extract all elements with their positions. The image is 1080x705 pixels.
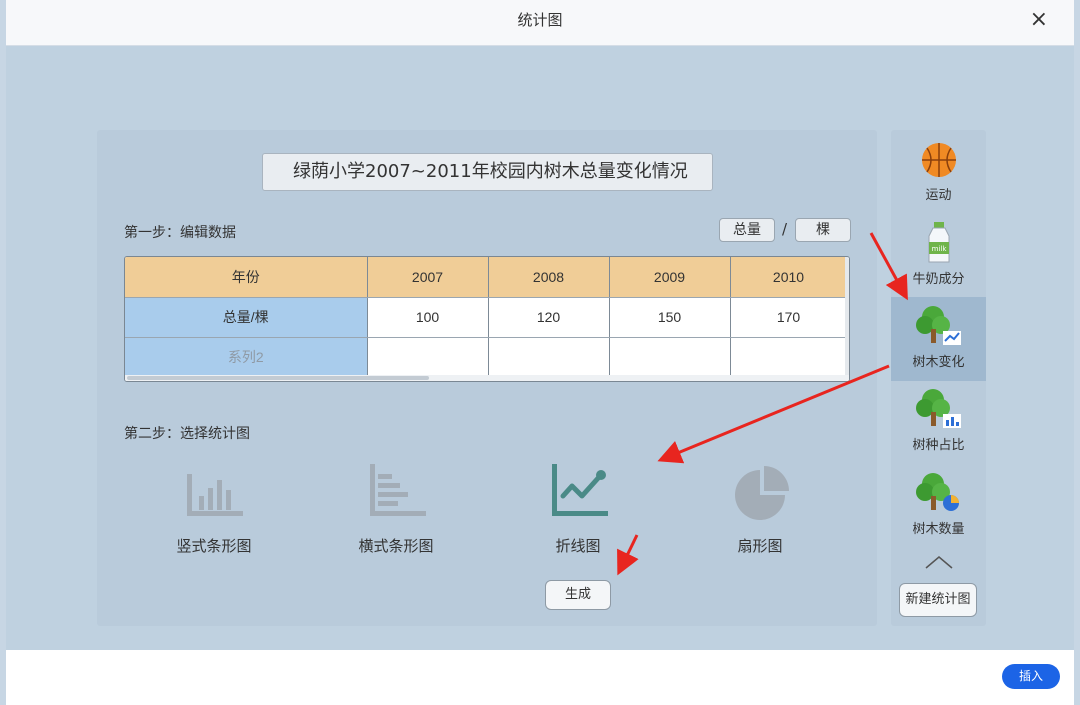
tree-line-chart-icon (915, 306, 961, 345)
table-cell[interactable] (488, 337, 610, 378)
dialog-title: 统计图 (517, 11, 563, 29)
sidebar-item-label: 牛奶成分 (912, 272, 965, 287)
generate-button[interactable]: 生成 (545, 580, 611, 610)
table-row-header[interactable]: 总量/棵 (125, 297, 368, 338)
unit-separator: / (782, 220, 788, 238)
dialog-footer: 插入 (6, 650, 1074, 705)
table-cell[interactable] (367, 337, 489, 378)
chart-editor-panel: 绿荫小学2007~2011年校园内树木总量变化情况 第一步：编辑数据 总量 / … (97, 130, 877, 626)
chart-option-horizontal-bar[interactable]: 横式条形图 (336, 460, 456, 556)
tree-bar-chart-icon (915, 389, 961, 428)
chart-option-pie[interactable]: 扇形图 (700, 460, 820, 556)
table-vertical-scrollbar[interactable] (845, 257, 849, 375)
insert-button[interactable]: 插入 (1002, 664, 1060, 689)
sidebar-item-tree-change[interactable]: 树木变化 (891, 297, 986, 381)
chart-title-input[interactable]: 绿荫小学2007~2011年校园内树木总量变化情况 (262, 153, 713, 191)
chart-option-label: 折线图 (555, 537, 601, 555)
table-row: 系列2 (125, 337, 848, 378)
table-cell[interactable]: 150 (609, 297, 731, 338)
chart-option-line[interactable]: 折线图 (518, 460, 638, 556)
svg-text:milk: milk (931, 245, 947, 253)
pie-chart-icon (735, 466, 789, 520)
vertical-bar-chart-icon (187, 474, 243, 516)
table-header-cell[interactable]: 2009 (609, 257, 731, 298)
unit-quantity-field[interactable]: 总量 (719, 218, 775, 242)
chevron-up-icon[interactable] (925, 555, 953, 569)
tree-pie-chart-icon (915, 473, 959, 511)
sidebar-item-sports[interactable]: 运动 (891, 136, 986, 220)
sidebar-item-milk[interactable]: milk 牛奶成分 (891, 219, 986, 303)
scrollbar-thumb[interactable] (127, 376, 429, 380)
new-chart-button[interactable]: 新建统计图 (899, 583, 977, 617)
table-header-row: 年份 2007 2008 2009 2010 (125, 257, 848, 298)
sidebar-item-tree-species[interactable]: 树种占比 (891, 386, 986, 470)
horizontal-bar-chart-icon (370, 464, 426, 516)
sidebar-item-label: 树种占比 (912, 438, 965, 453)
table-cell[interactable]: 100 (367, 297, 489, 338)
table-horizontal-scrollbar[interactable] (125, 375, 849, 381)
line-chart-icon (552, 464, 608, 516)
unit-name-field[interactable]: 棵 (795, 218, 851, 242)
step2-label: 第二步：选择统计图 (124, 426, 250, 442)
basketball-icon (921, 143, 956, 177)
sidebar-item-label: 运动 (925, 188, 952, 203)
sidebar-item-tree-count[interactable]: 树木数量 (891, 470, 986, 554)
table-cell[interactable]: 120 (488, 297, 610, 338)
chart-option-label: 横式条形图 (358, 537, 434, 555)
table-header-cell[interactable]: 2007 (367, 257, 489, 298)
table-row-header[interactable]: 系列2 (125, 337, 368, 378)
chart-option-vertical-bar[interactable]: 竖式条形图 (154, 460, 274, 556)
table-cell[interactable] (609, 337, 731, 378)
sidebar-item-label: 树木变化 (912, 355, 965, 370)
template-sidebar: 运动 milk 牛奶成分 树木变化 树种占比 树木数量 新建统计图 (891, 130, 986, 626)
data-table: 年份 2007 2008 2009 2010 总量/棵 100 120 150 … (124, 256, 850, 382)
chart-option-label: 扇形图 (737, 537, 783, 555)
close-icon[interactable]: × (1030, 9, 1048, 31)
table-row: 总量/棵 100 120 150 170 (125, 297, 848, 338)
table-header-cell[interactable]: 年份 (125, 257, 368, 298)
table-header-cell[interactable]: 2010 (730, 257, 848, 298)
step1-label: 第一步：编辑数据 (124, 225, 236, 241)
sidebar-item-label: 树木数量 (912, 522, 965, 537)
table-cell[interactable] (730, 337, 848, 378)
dialog-titlebar: 统计图 × (6, 0, 1074, 46)
table-cell[interactable]: 170 (730, 297, 848, 338)
table-header-cell[interactable]: 2008 (488, 257, 610, 298)
milk-bottle-icon: milk (928, 222, 949, 263)
chart-option-label: 竖式条形图 (176, 537, 252, 555)
